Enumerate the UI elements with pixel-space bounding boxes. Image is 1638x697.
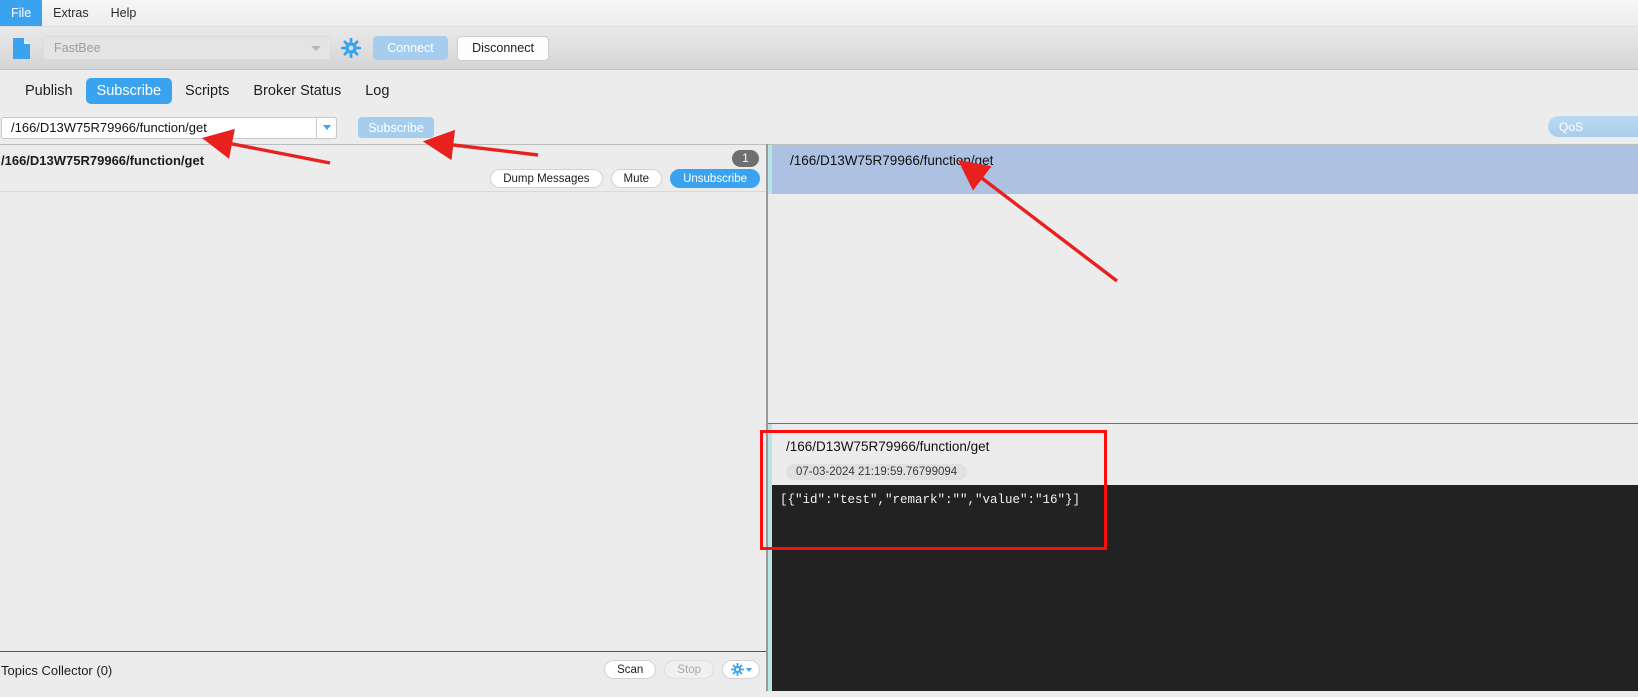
message-list-empty-area xyxy=(768,194,1638,423)
chevron-down-icon xyxy=(322,125,331,130)
main-split: /166/D13W75R79966/function/get 1 Dump Me… xyxy=(0,144,1638,691)
broker-select[interactable]: FastBee xyxy=(43,36,331,60)
message-detail-inner: /166/D13W75R79966/function/get 07-03-202… xyxy=(768,424,1638,691)
message-detail-topic: /166/D13W75R79966/function/get xyxy=(786,439,990,454)
topics-collector-actions: Scan Stop xyxy=(604,660,760,679)
document-icon[interactable] xyxy=(13,37,30,59)
menu-bar: File Extras Help xyxy=(0,0,1638,27)
menu-item-extras[interactable]: Extras xyxy=(42,0,99,26)
connection-toolbar: FastBee Connect Disconnect xyxy=(0,27,1638,70)
subscriptions-pane: /166/D13W75R79966/function/get 1 Dump Me… xyxy=(0,144,766,691)
topics-collector-header: Topics Collector (0) Scan Stop xyxy=(0,651,766,691)
gear-options-icon xyxy=(730,663,744,676)
subscription-message-count-badge: 1 xyxy=(732,150,759,167)
scan-button[interactable]: Scan xyxy=(604,660,657,679)
tab-bar: Publish Subscribe Scripts Broker Status … xyxy=(0,70,1638,111)
tab-log[interactable]: Log xyxy=(354,78,400,104)
connect-button[interactable]: Connect xyxy=(373,36,448,60)
menu-item-file[interactable]: File xyxy=(0,0,43,26)
subscription-topic: /166/D13W75R79966/function/get xyxy=(1,153,205,168)
dump-messages-button[interactable]: Dump Messages xyxy=(490,169,603,188)
chevron-down-icon xyxy=(745,667,752,672)
tab-subscribe[interactable]: Subscribe xyxy=(85,77,173,104)
message-detail-payload: [{"id":"test","remark":"","value":"16"}] xyxy=(772,485,1638,691)
gear-icon[interactable] xyxy=(340,37,362,59)
topic-history-dropdown[interactable] xyxy=(316,116,337,139)
chevron-down-icon xyxy=(311,46,321,51)
messages-pane: /166/D13W75R79966/function/get /166/D13W… xyxy=(768,144,1638,691)
subscriptions-empty-area xyxy=(0,192,766,651)
unsubscribe-button[interactable]: Unsubscribe xyxy=(670,169,760,188)
tab-scripts[interactable]: Scripts xyxy=(174,78,240,104)
message-list-item-selected[interactable]: /166/D13W75R79966/function/get xyxy=(768,145,1638,194)
disconnect-button[interactable]: Disconnect xyxy=(457,35,549,61)
subscribe-button[interactable]: Subscribe xyxy=(358,117,434,138)
topics-collector-options-button[interactable] xyxy=(722,660,760,679)
mute-button[interactable]: Mute xyxy=(610,169,663,188)
message-detail-panel: /166/D13W75R79966/function/get 07-03-202… xyxy=(768,423,1638,691)
topic-input-value: /166/D13W75R79966/function/get xyxy=(11,120,207,135)
menu-item-help[interactable]: Help xyxy=(100,0,148,26)
qos-pill[interactable]: QoS xyxy=(1548,116,1638,137)
message-topic: /166/D13W75R79966/function/get xyxy=(790,153,994,168)
broker-select-value: FastBee xyxy=(54,41,101,55)
stop-button[interactable]: Stop xyxy=(664,660,714,679)
message-detail-timestamp: 07-03-2024 21:19:59.76799094 xyxy=(786,464,968,480)
tab-publish[interactable]: Publish xyxy=(14,78,84,104)
topic-input[interactable]: /166/D13W75R79966/function/get xyxy=(1,116,337,139)
tab-broker-status[interactable]: Broker Status xyxy=(242,78,352,104)
subscription-actions: Dump Messages Mute Unsubscribe xyxy=(490,169,760,188)
subscribe-bar: /166/D13W75R79966/function/get Subscribe… xyxy=(0,111,1638,144)
topics-collector-title: Topics Collector (0) xyxy=(1,663,113,678)
subscription-list-item[interactable]: /166/D13W75R79966/function/get 1 Dump Me… xyxy=(0,145,766,192)
